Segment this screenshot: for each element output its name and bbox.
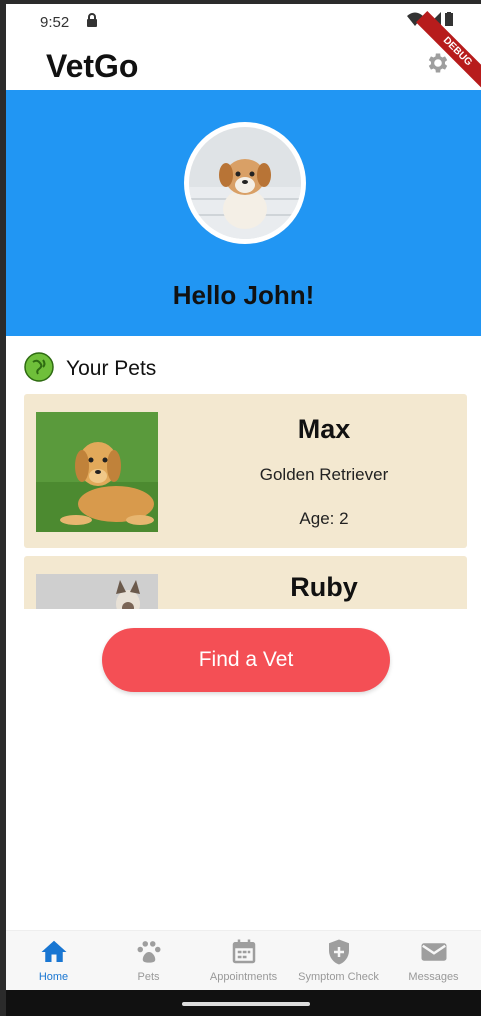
gesture-bar — [6, 990, 481, 1016]
avatar-photo — [189, 127, 301, 239]
app-screen: 9:52 VetGo DEBUG Hello John! Your Pets M… — [6, 4, 481, 1016]
lock-icon — [86, 13, 98, 31]
home-icon — [39, 937, 69, 967]
battery-icon — [445, 12, 453, 30]
calendar-icon — [229, 937, 259, 967]
app-title: VetGo — [46, 48, 139, 84]
pet-photo — [36, 412, 158, 532]
nav-label: Symptom Check — [298, 971, 379, 983]
pet-age: Age: 2 — [299, 509, 349, 528]
gear-icon — [425, 53, 451, 80]
nav-item-home[interactable]: Home — [6, 931, 101, 990]
nav-item-appointments[interactable]: Appointments — [196, 931, 291, 990]
mail-icon — [419, 937, 449, 967]
paw-icon — [134, 937, 164, 967]
pet-info: Ruby — [194, 556, 454, 603]
nav-item-pets[interactable]: Pets — [101, 931, 196, 990]
app-bar: VetGo — [6, 40, 481, 90]
gesture-handle[interactable] — [182, 1002, 310, 1006]
nav-label: Home — [38, 971, 69, 983]
pet-card-ruby[interactable]: Ruby — [24, 556, 467, 609]
find-vet-button[interactable]: Find a Vet — [102, 628, 390, 692]
shield-icon — [324, 937, 354, 967]
pet-name: Max — [297, 414, 351, 444]
pet-name: Ruby — [290, 572, 358, 602]
pets-list[interactable]: Max Golden Retriever Age: 2 Ruby — [24, 394, 467, 609]
nav-item-symptom-check[interactable]: Symptom Check — [291, 931, 386, 990]
nav-label: Messages — [408, 971, 459, 983]
nav-item-messages[interactable]: Messages — [386, 931, 481, 990]
bottom-nav: Home Pets Appointments Symptom Check Mes… — [6, 930, 481, 990]
pet-breed: Golden Retriever — [259, 465, 389, 484]
pet-photo — [36, 574, 158, 609]
avatar[interactable] — [184, 122, 306, 244]
nav-label: Pets — [137, 971, 160, 983]
pet-card-max[interactable]: Max Golden Retriever Age: 2 — [24, 394, 467, 548]
pet-info: Max Golden Retriever Age: 2 — [194, 394, 454, 529]
nav-label: Appointments — [209, 971, 278, 983]
pet-globe-icon — [24, 351, 54, 387]
greeting: Hello John! — [172, 280, 315, 310]
pets-section-header: Your Pets — [24, 351, 157, 387]
section-title: Your Pets — [66, 357, 157, 380]
profile-header: Hello John! — [6, 90, 481, 336]
status-bar: 9:52 — [6, 4, 481, 40]
status-time: 9:52 — [40, 14, 70, 31]
